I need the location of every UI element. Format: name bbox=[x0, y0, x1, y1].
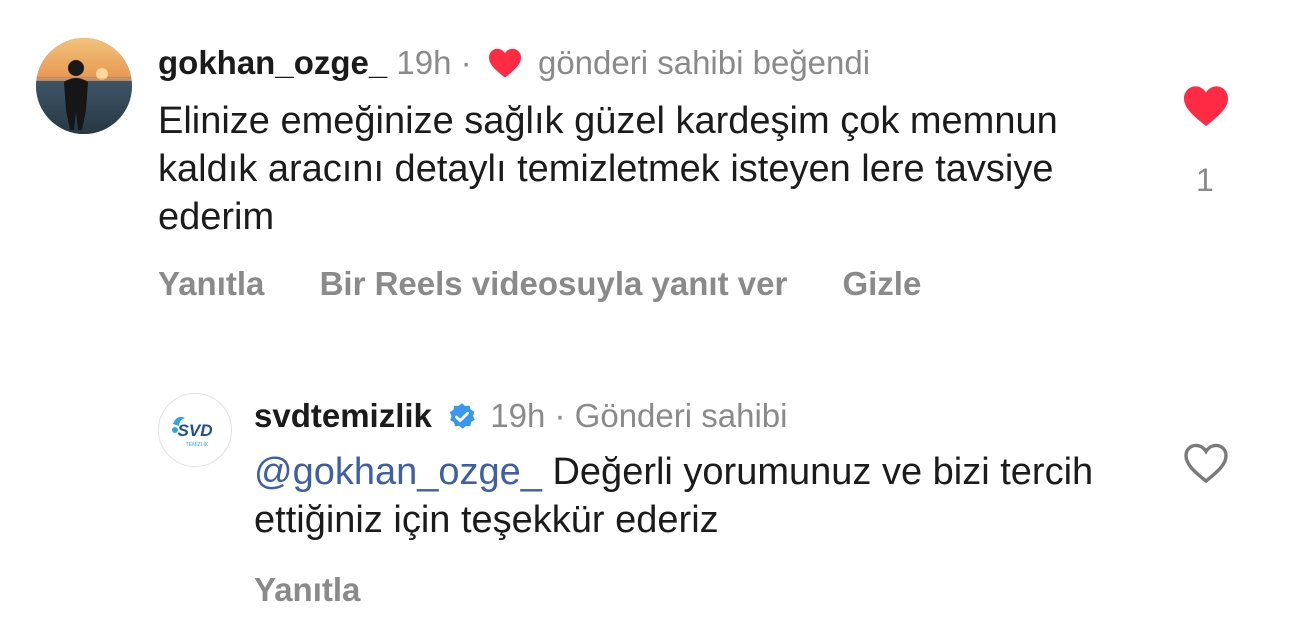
reply-header: svdtemizlik 19h · Gönderi sahibi bbox=[254, 393, 787, 444]
meta-separator: · bbox=[554, 397, 566, 434]
heart-outline-icon[interactable] bbox=[1182, 441, 1230, 490]
meta-separator: · bbox=[460, 44, 472, 81]
comment-time: 19h bbox=[396, 44, 452, 81]
reply-button[interactable]: Yanıtla bbox=[158, 265, 264, 302]
avatar-gokhan[interactable] bbox=[36, 38, 132, 134]
reply-text: @gokhan_ozge_ Değerli yorumunuz ve bizi … bbox=[254, 448, 1134, 544]
reply-actions: Yanıtla bbox=[254, 571, 406, 609]
hide-button[interactable]: Gizle bbox=[842, 265, 921, 302]
svd-logo-text: SVD bbox=[178, 421, 213, 440]
reply-time: 19h bbox=[490, 397, 546, 434]
reply-username[interactable]: svdtemizlik bbox=[254, 397, 432, 434]
verified-badge-icon bbox=[447, 398, 477, 444]
svd-logo-subtext: TEMİZLİK bbox=[186, 441, 209, 448]
liked-by-author-label: gönderi sahibi beğendi bbox=[537, 44, 871, 81]
comment-header: gokhan_ozge_ 19h · gönderi sahibi beğend… bbox=[158, 40, 870, 91]
comment-actions: Yanıtla Bir Reels videosuyla yanıt ver G… bbox=[158, 265, 967, 303]
like-count[interactable]: 1 bbox=[1196, 162, 1214, 199]
author-label: Gönderi sahibi bbox=[574, 397, 788, 434]
avatar-svdtemizlik[interactable]: SVD TEMİZLİK bbox=[158, 393, 232, 467]
reply-button[interactable]: Yanıtla bbox=[254, 571, 360, 608]
heart-filled-icon bbox=[487, 45, 523, 91]
mention-link[interactable]: @gokhan_ozge_ bbox=[254, 451, 542, 493]
heart-filled-icon[interactable] bbox=[1182, 84, 1230, 133]
reels-reply-button[interactable]: Bir Reels videosuyla yanıt ver bbox=[320, 265, 788, 302]
comment-text: Elinize emeğinize sağlık güzel kardeşim … bbox=[158, 100, 1058, 238]
comment-username[interactable]: gokhan_ozge_ bbox=[158, 44, 387, 81]
